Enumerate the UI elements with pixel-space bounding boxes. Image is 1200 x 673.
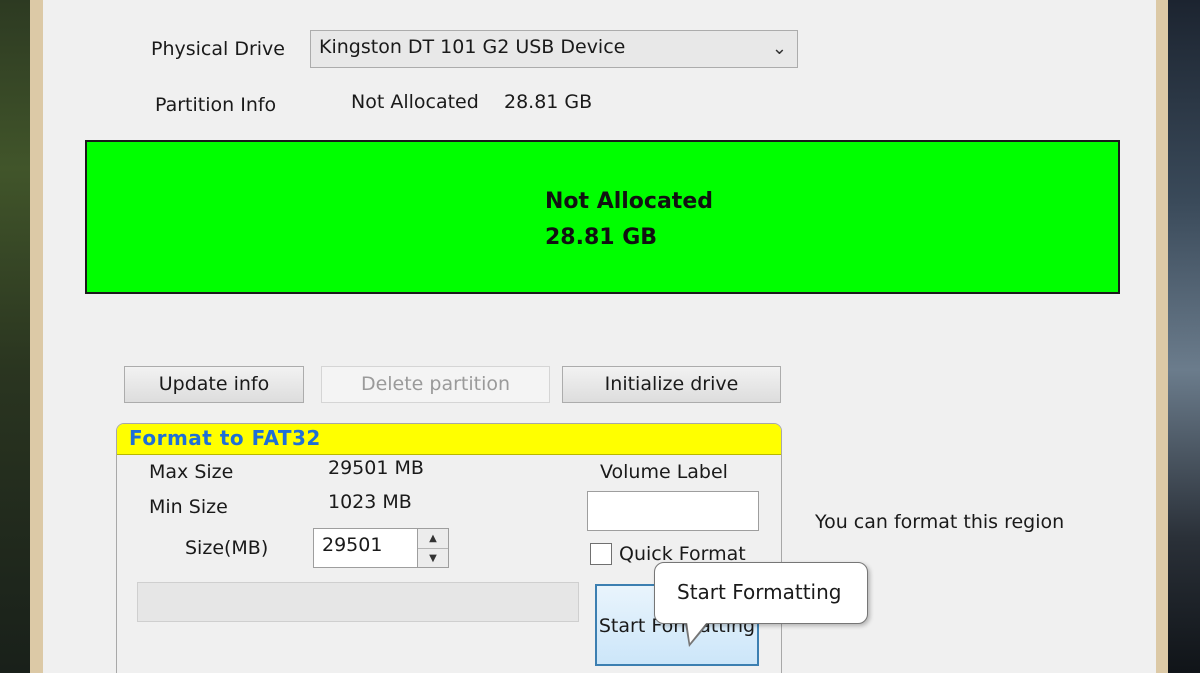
- physical-drive-select[interactable]: Kingston DT 101 G2 USB Device ⌄: [310, 30, 798, 68]
- size-mb-label: Size(MB): [185, 537, 269, 559]
- delete-partition-button[interactable]: Delete partition: [321, 366, 550, 403]
- size-mb-input[interactable]: 29501: [313, 528, 419, 568]
- volume-label-caption: Volume Label: [600, 461, 728, 483]
- format-progress-bar: [137, 582, 579, 622]
- min-size-value: 1023 MB: [328, 491, 412, 513]
- spin-up-icon[interactable]: ▲: [418, 529, 448, 548]
- update-info-button[interactable]: Update info: [124, 366, 304, 403]
- partition-status: Not Allocated: [351, 91, 479, 113]
- max-size-value: 29501 MB: [328, 457, 424, 479]
- spin-down-icon[interactable]: ▼: [418, 548, 448, 567]
- partition-bar-status: Not Allocated: [545, 189, 713, 214]
- physical-drive-label: Physical Drive: [151, 38, 285, 60]
- max-size-label: Max Size: [149, 461, 234, 483]
- desktop-background-left: [0, 0, 30, 673]
- size-spinner: ▲ ▼: [417, 528, 449, 568]
- initialize-drive-button[interactable]: Initialize drive: [562, 366, 781, 403]
- partition-size: 28.81 GB: [504, 91, 593, 113]
- volume-label-input[interactable]: [587, 491, 759, 531]
- physical-drive-value: Kingston DT 101 G2 USB Device: [319, 36, 626, 58]
- quick-format-checkbox[interactable]: [590, 543, 612, 565]
- partition-info-label: Partition Info: [155, 94, 277, 116]
- format-hint-text: You can format this region: [815, 511, 1065, 533]
- partition-bar-size: 28.81 GB: [545, 225, 658, 250]
- format-group-title: Format to FAT32: [117, 424, 781, 455]
- partition-map-bar[interactable]: [85, 140, 1120, 294]
- desktop-background-right: [1168, 0, 1200, 673]
- min-size-label: Min Size: [149, 496, 228, 518]
- tooltip-tail-fill: [687, 622, 707, 643]
- chevron-down-icon[interactable]: ⌄: [772, 38, 787, 59]
- start-formatting-tooltip: Start Formatting: [654, 562, 868, 624]
